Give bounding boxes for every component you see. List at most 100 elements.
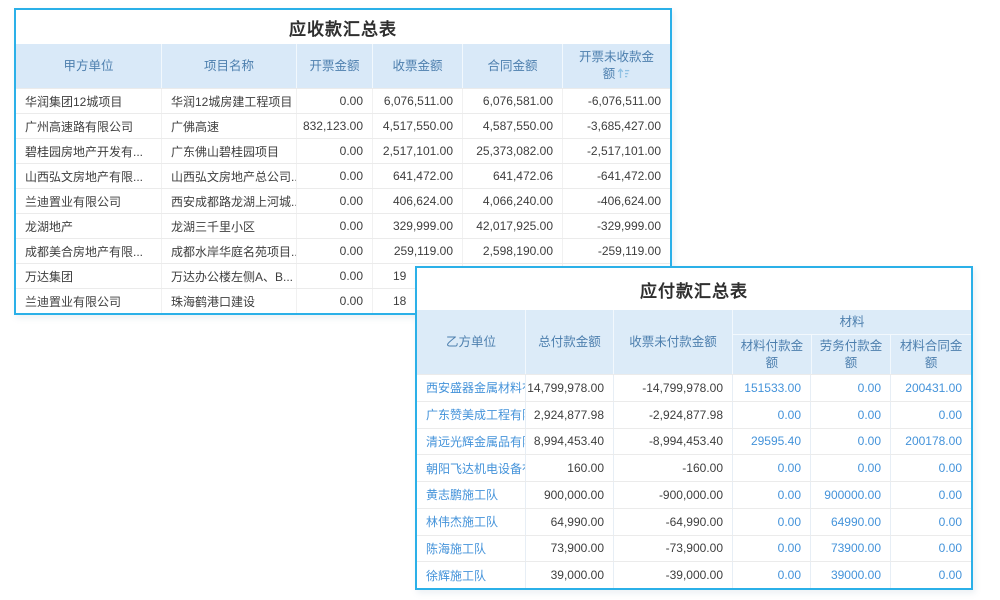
payable-cell[interactable]: 0.00	[732, 562, 810, 588]
payable-cell[interactable]: 900000.00	[810, 482, 890, 508]
receivable-cell: 西安成都路龙湖上河城...	[161, 189, 296, 213]
payable-table-title: 应付款汇总表	[417, 268, 971, 310]
payable-company-link[interactable]: 广东赞美成工程有限	[417, 402, 525, 428]
payable-cell[interactable]: 0.00	[810, 429, 890, 455]
payable-cell[interactable]: 0.00	[732, 536, 810, 562]
receivable-cell: 25,373,082.00	[462, 139, 562, 163]
payable-cell[interactable]: 0.00	[890, 536, 971, 562]
receivable-cell: 万达集团	[16, 264, 161, 288]
payable-table-row: 朝阳飞达机电设备有160.00-160.000.000.000.00	[417, 454, 971, 481]
payable-cell[interactable]: 0.00	[890, 509, 971, 535]
payable-table-row: 徐辉施工队39,000.00-39,000.000.0039000.000.00	[417, 561, 971, 588]
payable-cell[interactable]: 151533.00	[732, 375, 810, 401]
payable-cell[interactable]: 0.00	[732, 455, 810, 481]
receivable-cell: 0.00	[296, 264, 372, 288]
payable-cell[interactable]: 64990.00	[810, 509, 890, 535]
payable-table-row: 林伟杰施工队64,990.00-64,990.000.0064990.000.0…	[417, 508, 971, 535]
receivable-cell: 6,076,581.00	[462, 89, 562, 113]
payable-company-link[interactable]: 西安盛器金属材料有	[417, 375, 525, 401]
receivable-cell: 0.00	[296, 164, 372, 188]
payable-cell: 160.00	[525, 455, 613, 481]
receivable-cell: 6,076,511.00	[372, 89, 462, 113]
receivable-cell: 华润12城房建工程项目	[161, 89, 296, 113]
payable-cell[interactable]: 0.00	[890, 455, 971, 481]
column-header-receipted-unpaid[interactable]: 收票未付款金额	[613, 310, 732, 374]
payable-cell: 14,799,978.00	[525, 375, 613, 401]
payable-cell: -39,000.00	[613, 562, 732, 588]
receivable-cell: 0.00	[296, 89, 372, 113]
payable-cell: 2,924,877.98	[525, 402, 613, 428]
payable-cell: -2,924,877.98	[613, 402, 732, 428]
receivable-cell: 山西弘文房地产总公司...	[161, 164, 296, 188]
receivable-cell: 山西弘文房地产有限...	[16, 164, 161, 188]
payable-cell: -160.00	[613, 455, 732, 481]
receivable-cell: 4,066,240.00	[462, 189, 562, 213]
payable-cell: -64,990.00	[613, 509, 732, 535]
receivable-column-header[interactable]: 开票金额	[296, 44, 372, 88]
payable-cell: 8,994,453.40	[525, 429, 613, 455]
payable-cell: -14,799,978.00	[613, 375, 732, 401]
receivable-table-row: 山西弘文房地产有限...山西弘文房地产总公司...0.00641,472.006…	[16, 163, 670, 188]
receivable-column-header[interactable]: 开票未收款金额	[562, 44, 670, 88]
payable-cell: 39,000.00	[525, 562, 613, 588]
column-header-labor-paid[interactable]: 劳务付款金额	[811, 335, 891, 374]
receivable-cell: 龙湖三千里小区	[161, 214, 296, 238]
payable-cell[interactable]: 0.00	[732, 402, 810, 428]
payable-cell[interactable]: 200178.00	[890, 429, 971, 455]
sort-ascending-icon[interactable]	[617, 68, 630, 79]
receivable-cell: 万达办公楼左侧A、B...	[161, 264, 296, 288]
column-header-total-paid[interactable]: 总付款金额	[525, 310, 613, 374]
payable-table-row: 广东赞美成工程有限2,924,877.98-2,924,877.980.000.…	[417, 401, 971, 428]
payable-table-header: 乙方单位 总付款金额 收票未付款金额 材料 材料付款金额 劳务付款金额 材料合同…	[417, 310, 971, 374]
receivable-cell: -6,076,511.00	[562, 89, 670, 113]
payable-company-link[interactable]: 徐辉施工队	[417, 562, 525, 588]
payable-cell: -8,994,453.40	[613, 429, 732, 455]
payable-table-row: 陈海施工队73,900.00-73,900.000.0073900.000.00	[417, 535, 971, 562]
payable-cell[interactable]: 0.00	[732, 482, 810, 508]
receivable-column-header[interactable]: 合同金额	[462, 44, 562, 88]
payable-cell: 64,990.00	[525, 509, 613, 535]
receivable-cell: 华润集团12城项目	[16, 89, 161, 113]
receivable-cell: 259,119.00	[372, 239, 462, 263]
column-header-material-contract[interactable]: 材料合同金额	[890, 335, 971, 374]
receivable-cell: 成都美合房地产有限...	[16, 239, 161, 263]
payable-cell[interactable]: 29595.40	[732, 429, 810, 455]
payable-cell[interactable]: 0.00	[810, 455, 890, 481]
payable-cell[interactable]: 73900.00	[810, 536, 890, 562]
payable-cell[interactable]: 0.00	[732, 509, 810, 535]
receivable-cell: 龙湖地产	[16, 214, 161, 238]
payable-cell[interactable]: 200431.00	[890, 375, 971, 401]
receivable-table-row: 碧桂园房地产开发有...广东佛山碧桂园项目0.002,517,101.0025,…	[16, 138, 670, 163]
receivable-cell: 406,624.00	[372, 189, 462, 213]
payable-cell[interactable]: 0.00	[890, 402, 971, 428]
receivable-cell: -641,472.00	[562, 164, 670, 188]
receivable-cell: 碧桂园房地产开发有...	[16, 139, 161, 163]
payable-company-link[interactable]: 朝阳飞达机电设备有	[417, 455, 525, 481]
payable-cell[interactable]: 0.00	[810, 402, 890, 428]
receivable-cell: 成都水岸华庭名苑项目...	[161, 239, 296, 263]
payable-cell[interactable]: 0.00	[810, 375, 890, 401]
payable-company-link[interactable]: 黄志鹏施工队	[417, 482, 525, 508]
receivable-table-title: 应收款汇总表	[16, 10, 670, 44]
receivable-cell: 4,517,550.00	[372, 114, 462, 138]
receivable-cell: 2,598,190.00	[462, 239, 562, 263]
payable-cell[interactable]: 39000.00	[810, 562, 890, 588]
payable-company-link[interactable]: 清远光辉金属品有限	[417, 429, 525, 455]
column-header-party-b[interactable]: 乙方单位	[417, 310, 525, 374]
receivable-cell: 2,517,101.00	[372, 139, 462, 163]
receivable-column-header[interactable]: 甲方单位	[16, 44, 161, 88]
receivable-table-row: 华润集团12城项目华润12城房建工程项目0.006,076,511.006,07…	[16, 88, 670, 113]
payable-company-link[interactable]: 陈海施工队	[417, 536, 525, 562]
receivable-column-header[interactable]: 项目名称	[161, 44, 296, 88]
receivable-column-header[interactable]: 收票金额	[372, 44, 462, 88]
payable-table: 应付款汇总表 乙方单位 总付款金额 收票未付款金额 材料 材料付款金额 劳务付款…	[415, 266, 973, 590]
payable-company-link[interactable]: 林伟杰施工队	[417, 509, 525, 535]
payable-cell[interactable]: 0.00	[890, 482, 971, 508]
receivable-cell: 0.00	[296, 239, 372, 263]
payable-cell[interactable]: 0.00	[890, 562, 971, 588]
page: 应收款汇总表 甲方单位项目名称开票金额收票金额合同金额开票未收款金额 华润集团1…	[0, 0, 1000, 600]
receivable-cell: 兰迪置业有限公司	[16, 189, 161, 213]
column-header-material-paid[interactable]: 材料付款金额	[733, 335, 811, 374]
receivable-cell: 广州高速路有限公司	[16, 114, 161, 138]
receivable-cell: 641,472.06	[462, 164, 562, 188]
